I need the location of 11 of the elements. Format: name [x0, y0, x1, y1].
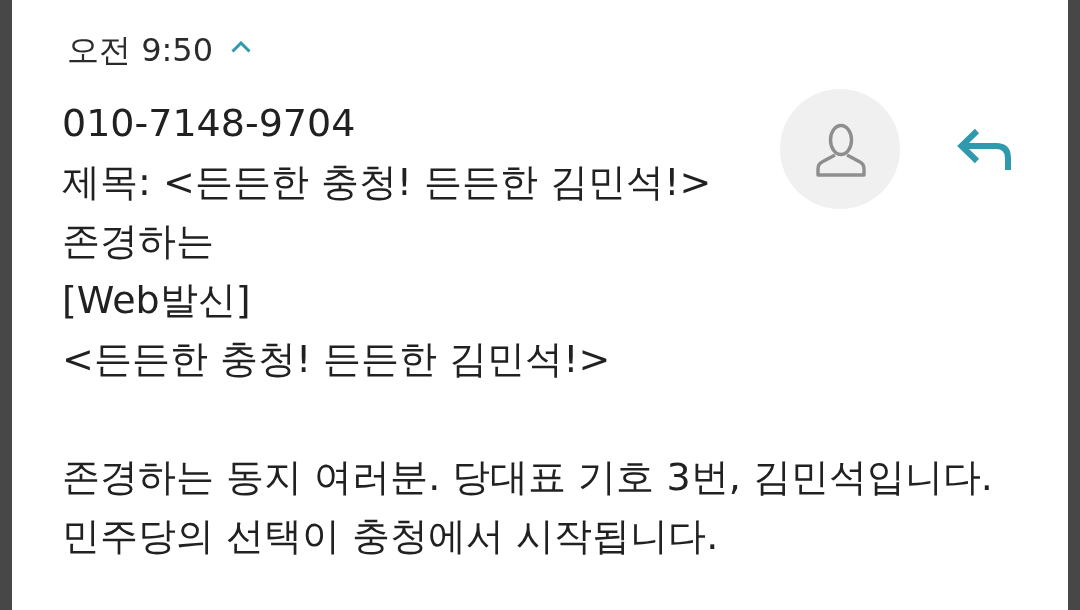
message-text: 존경하는 — [62, 218, 214, 265]
message-text: [Web발신] — [62, 277, 251, 324]
reply-icon[interactable] — [957, 128, 1011, 170]
message-time: 오전 9:50 — [67, 30, 214, 71]
message-text: 제목: <든든한 충청! 든든한 김민석!> — [62, 159, 712, 206]
message-text: 민주당의 선택이 충청에서 시작됩니다. — [62, 513, 719, 560]
person-avatar-icon[interactable] — [780, 89, 900, 209]
message-text: 존경하는 동지 여러분. 당대표 기호 3번, 김민석입니다. — [62, 454, 993, 501]
chevron-up-icon[interactable] — [231, 41, 252, 53]
message-text: <든든한 충청! 든든한 김민석!> — [62, 336, 611, 383]
message-text: 010-7148-9704 — [62, 100, 356, 147]
